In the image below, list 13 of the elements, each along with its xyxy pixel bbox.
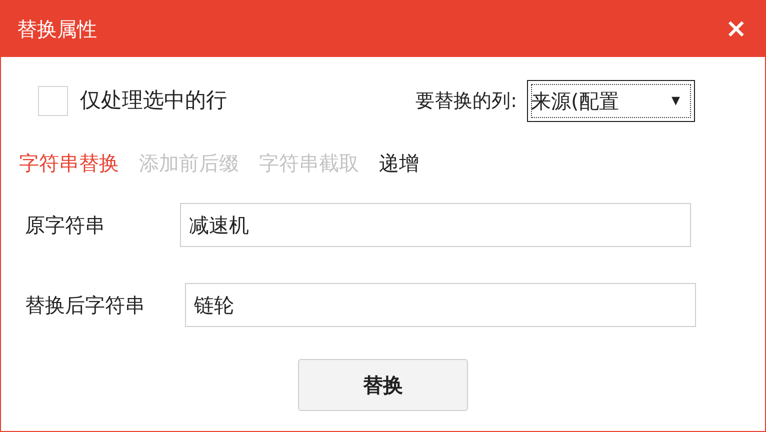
input-field[interactable]: 减速机 bbox=[180, 203, 691, 247]
replace-button[interactable]: 替换 bbox=[298, 359, 468, 411]
checkbox-label: 仅处理选中的行 bbox=[80, 87, 227, 114]
window-title: 替换属性 bbox=[17, 16, 97, 42]
column-dropdown[interactable]: 来源(配置 ▼ bbox=[527, 80, 695, 122]
tab[interactable]: 递增 bbox=[379, 148, 419, 178]
close-button[interactable]: × bbox=[725, 16, 747, 42]
checkbox[interactable] bbox=[38, 86, 68, 116]
tab[interactable]: 字符串替换 bbox=[19, 148, 119, 178]
input-field[interactable]: 链轮 bbox=[185, 283, 696, 327]
column-label: 要替换的列: bbox=[416, 88, 517, 114]
field-label: 原字符串 bbox=[25, 212, 106, 239]
field-label: 替换后字符串 bbox=[25, 292, 146, 319]
